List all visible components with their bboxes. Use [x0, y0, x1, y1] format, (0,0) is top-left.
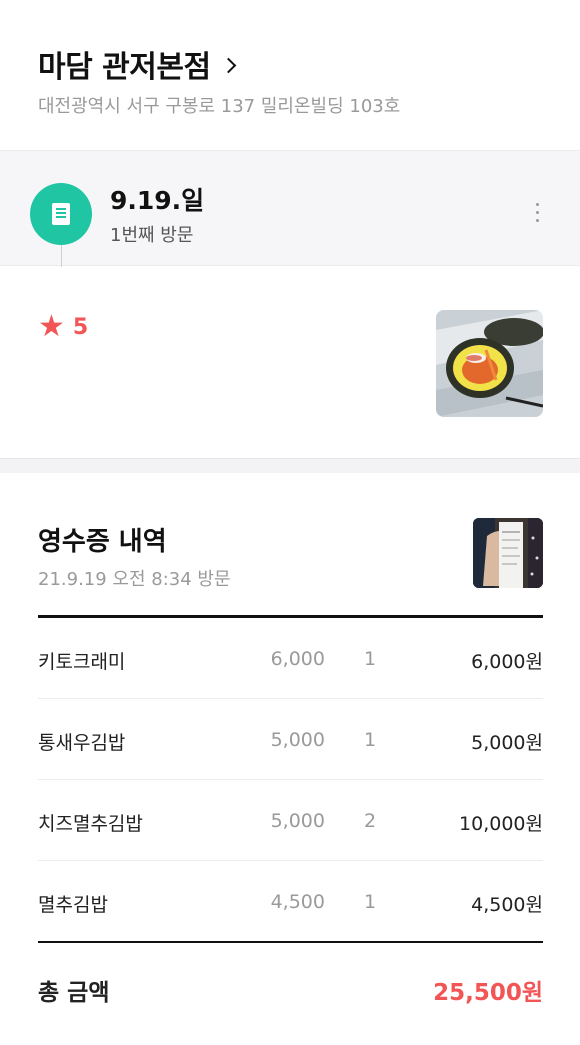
item-price: 4,500 — [270, 891, 325, 913]
item-name: 멸추김밥 — [38, 894, 108, 916]
store-header: 마담 관저본점 대전광역시 서구 구봉로 137 밀리온빌딩 103호 — [0, 0, 580, 148]
item-qty: 2 — [364, 810, 377, 832]
receipt-time: 21.9.19 오전 8:34 방문 — [38, 569, 231, 590]
item-qty: 1 — [364, 891, 377, 913]
item-qty: 1 — [364, 648, 377, 670]
store-name: 마담 관저본점 — [38, 50, 211, 85]
total-label: 총 금액 — [38, 980, 110, 1006]
table-row: 통새우김밥 5,000 1 5,000원 — [38, 699, 543, 780]
total-amount: 25,500원 — [433, 980, 543, 1006]
item-price: 6,000 — [270, 648, 325, 670]
review-photo[interactable] — [436, 310, 543, 417]
item-price: 5,000 — [270, 729, 325, 751]
item-price: 5,000 — [270, 810, 325, 832]
visit-date: 9.19.일 — [110, 186, 205, 215]
store-name-link[interactable]: 마담 관저본점 — [38, 42, 236, 86]
item-amount: 5,000원 — [471, 732, 543, 754]
visit-row: 9.19.일 1번째 방문 — [0, 150, 580, 267]
chevron-right-icon — [220, 57, 236, 73]
receipt-title: 영수증 내역 — [38, 527, 167, 557]
section-separator — [0, 458, 580, 473]
timeline-line — [61, 245, 62, 267]
store-address: 대전광역시 서구 구봉로 137 밀리온빌딩 103호 — [38, 96, 401, 117]
item-qty: 1 — [364, 729, 377, 751]
table-row: 치즈멸추김밥 5,000 2 10,000원 — [38, 780, 543, 861]
receipt-section: 영수증 내역 21.9.19 오전 8:34 방문 키토크래미 6,000 1 … — [0, 473, 580, 1045]
star-icon: ★ — [38, 309, 65, 344]
item-name: 치즈멸추김밥 — [38, 813, 143, 835]
table-bottom-rule — [38, 941, 543, 943]
item-name: 통새우김밥 — [38, 732, 126, 754]
item-amount: 4,500원 — [471, 894, 543, 916]
review-section: ★ 5 — [0, 268, 580, 458]
receipt-photo[interactable] — [473, 518, 543, 588]
item-amount: 10,000원 — [459, 813, 543, 835]
more-options-icon[interactable] — [536, 203, 540, 222]
rating: ★ 5 — [38, 312, 88, 342]
rating-value: 5 — [72, 314, 89, 340]
receipt-icon — [30, 183, 92, 245]
visit-count: 1번째 방문 — [110, 225, 194, 246]
item-amount: 6,000원 — [471, 651, 543, 673]
table-row: 멸추김밥 4,500 1 4,500원 — [38, 861, 543, 942]
item-name: 키토크래미 — [38, 651, 126, 673]
table-row: 키토크래미 6,000 1 6,000원 — [38, 618, 543, 699]
